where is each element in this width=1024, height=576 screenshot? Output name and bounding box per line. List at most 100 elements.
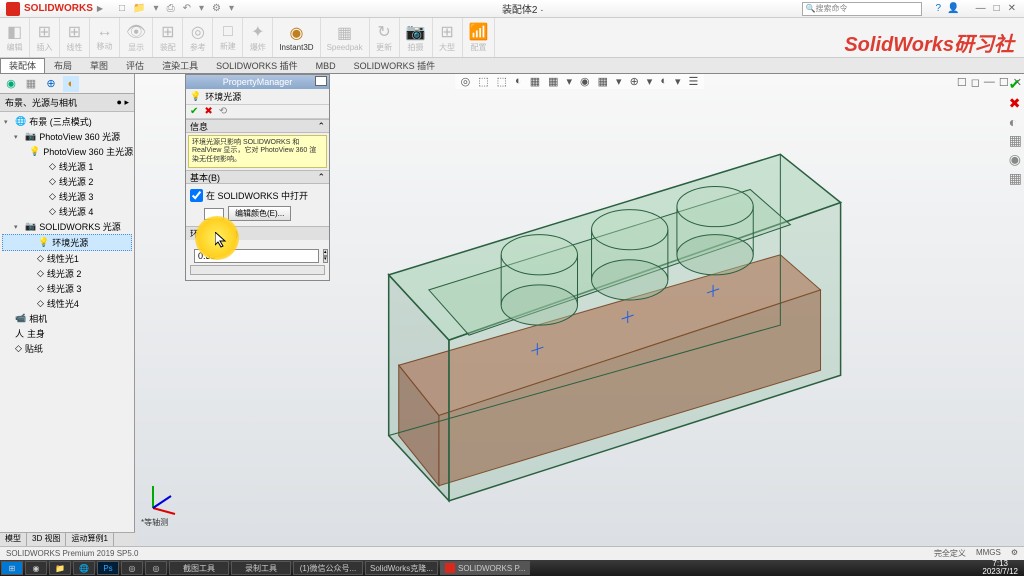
- pm-section-info[interactable]: 信息⌃: [186, 119, 329, 133]
- user-icon[interactable]: 👤: [947, 3, 959, 14]
- taskbar-app[interactable]: (1)微信公众号...: [293, 561, 363, 575]
- tree-node[interactable]: 💡PhotoView 360 主光源: [2, 144, 132, 159]
- status-units[interactable]: MMGS: [976, 548, 1001, 559]
- qat-settings-icon[interactable]: ⚙: [212, 3, 221, 14]
- tree-node[interactable]: ◇线光源 2: [2, 266, 132, 281]
- fp-tab-display-icon[interactable]: ⊕: [43, 76, 59, 92]
- pm-section-basic[interactable]: 基本(B)⌃: [186, 170, 329, 184]
- pm-section-ambient[interactable]: 环境光源(A): [186, 226, 329, 240]
- tree-node[interactable]: ▾📷PhotoView 360 光源: [2, 129, 132, 144]
- taskbar-app[interactable]: 📁: [49, 561, 71, 575]
- qat-save-icon[interactable]: ▾: [154, 3, 159, 14]
- tab-addins[interactable]: SOLIDWORKS 插件: [207, 58, 307, 73]
- taskbar-solidworks[interactable]: SOLIDWORKS P...: [440, 561, 530, 575]
- qat-new-icon[interactable]: □: [119, 3, 125, 14]
- feature-tree[interactable]: ▾🌐布景 (三点模式)▾📷PhotoView 360 光源💡PhotoView …: [0, 112, 134, 546]
- app-menu-dropdown[interactable]: ▶: [97, 4, 103, 13]
- tab-addins2[interactable]: SOLIDWORKS 插件: [345, 58, 445, 73]
- tree-node[interactable]: 💡环境光源: [2, 234, 132, 251]
- tree-node[interactable]: ◇线光源 4: [2, 204, 132, 219]
- tree-node[interactable]: ◇线光源 3: [2, 189, 132, 204]
- tree-node[interactable]: ◇线性光4: [2, 296, 132, 311]
- bottom-tab-3dview[interactable]: 3D 视图: [27, 533, 66, 546]
- checkbox-icon[interactable]: [190, 189, 203, 202]
- ribbon-item[interactable]: ✦爆炸: [243, 18, 273, 57]
- ribbon-item[interactable]: ↔移动: [90, 18, 120, 57]
- ribbon-item[interactable]: ⊞大型: [433, 18, 463, 57]
- 3d-viewport[interactable]: ◎⬚⬚◐▦▦▾◉▦▾⊕▾◐▾☰ ☐ ◻ — ☐ ✕ ✔ ✖ ◐ ▦ ◉ ▦: [135, 74, 1024, 546]
- taskbar-app[interactable]: 录制工具: [231, 561, 291, 575]
- status-icon[interactable]: ⚙: [1011, 548, 1018, 559]
- quick-access-toolbar: □ 📁 ▾ ⎙ ↶ ▾ ⚙ ▾: [109, 3, 244, 14]
- qat-undo-icon[interactable]: ↶: [183, 3, 191, 14]
- help-icon[interactable]: ?: [936, 3, 942, 14]
- ribbon-item[interactable]: ↻更新: [370, 18, 400, 57]
- qat-more-icon[interactable]: ▾: [229, 3, 234, 14]
- windows-taskbar: ⊞ ◉ 📁 🌐 Ps ◎ ◎ 截图工具 录制工具 (1)微信公众号... Sol…: [0, 560, 1024, 576]
- bottom-tab-motion[interactable]: 运动算例1: [66, 533, 113, 546]
- ambient-slider[interactable]: [190, 265, 325, 275]
- fp-tab-feature-icon[interactable]: ◉: [3, 76, 19, 92]
- ribbon-item[interactable]: 📶配置: [463, 18, 496, 57]
- pm-feature-name-row: 💡 环境光源: [186, 89, 329, 105]
- taskbar-app[interactable]: 🌐: [73, 561, 95, 575]
- edit-color-button[interactable]: 编辑颜色(E)...: [228, 206, 291, 221]
- ribbon-instant3d[interactable]: ◉Instant3D: [273, 18, 320, 57]
- pm-ok-button[interactable]: ✔: [190, 106, 198, 117]
- ribbon-item[interactable]: ◎参考: [183, 18, 213, 57]
- pm-cancel-button[interactable]: ✖: [204, 106, 212, 117]
- qat-print-icon[interactable]: ⎙: [167, 3, 175, 14]
- taskbar-app[interactable]: Ps: [97, 561, 119, 575]
- tab-render[interactable]: 渲染工具: [153, 58, 207, 73]
- tab-sketch[interactable]: 草图: [81, 58, 117, 73]
- tree-node[interactable]: ◇线光源 3: [2, 281, 132, 296]
- fp-tab-render-icon[interactable]: ◐: [63, 76, 79, 92]
- ribbon-item[interactable]: ▦Speedpak: [321, 18, 370, 57]
- ribbon-item[interactable]: ◧编辑: [0, 18, 30, 57]
- tree-node[interactable]: ▾📷SOLIDWORKS 光源: [2, 219, 132, 234]
- taskbar-app[interactable]: SolidWorks克隆...: [365, 561, 438, 575]
- tree-node[interactable]: 人主身: [2, 326, 132, 341]
- ambient-value-input[interactable]: [194, 249, 319, 263]
- bottom-tab-model[interactable]: 模型: [0, 533, 27, 546]
- tree-node[interactable]: 📹相机: [2, 311, 132, 326]
- ribbon-item[interactable]: ⊞线性: [60, 18, 90, 57]
- taskbar-app[interactable]: ◎: [121, 561, 143, 575]
- ribbon-item[interactable]: 📷拍摄: [400, 18, 433, 57]
- tree-node[interactable]: ◇线光源 1: [2, 159, 132, 174]
- lightbulb-icon: 💡: [190, 91, 201, 102]
- maximize-icon[interactable]: □: [994, 3, 1000, 14]
- ribbon-item[interactable]: 👁显示: [120, 18, 153, 57]
- fp-tab-config-icon[interactable]: ▦: [23, 76, 39, 92]
- qat-open-icon[interactable]: 📁: [133, 3, 145, 14]
- ribbon-item[interactable]: ⊞装配: [153, 18, 183, 57]
- tree-node[interactable]: ◇线光源 2: [2, 174, 132, 189]
- tree-node[interactable]: ▾🌐布景 (三点模式): [2, 114, 132, 129]
- color-swatch: [204, 208, 224, 220]
- minimize-icon[interactable]: —: [976, 3, 986, 14]
- system-clock[interactable]: 7:13 2023/7/12: [976, 560, 1024, 576]
- taskbar-app[interactable]: ◎: [145, 561, 167, 575]
- search-input[interactable]: 🔍 搜索命令: [802, 2, 922, 16]
- start-button[interactable]: ⊞: [1, 561, 23, 575]
- pm-open-in-sw-checkbox[interactable]: 在 SOLIDWORKS 中打开: [190, 187, 325, 204]
- panel-menu-icon[interactable]: ● ▸: [117, 97, 129, 108]
- qat-redo-icon[interactable]: ▾: [199, 3, 204, 14]
- tab-layout[interactable]: 布局: [45, 58, 81, 73]
- solidworks-icon: [6, 2, 20, 16]
- main-area: ◉ ▦ ⊕ ◐ 布景、光源与相机 ● ▸ ▾🌐布景 (三点模式)▾📷PhotoV…: [0, 74, 1024, 546]
- tab-assembly[interactable]: 装配体: [0, 58, 45, 73]
- taskbar-app[interactable]: 截图工具: [169, 561, 229, 575]
- pm-pushpin-icon[interactable]: ⟲: [219, 106, 227, 117]
- tab-evaluate[interactable]: 评估: [117, 58, 153, 73]
- tree-node[interactable]: ◇贴纸: [2, 341, 132, 356]
- ribbon-item[interactable]: ⊞插入: [30, 18, 60, 57]
- close-icon[interactable]: ✕: [1008, 3, 1016, 14]
- ribbon-item[interactable]: □新建: [213, 18, 243, 57]
- view-triad[interactable]: [145, 476, 185, 516]
- tab-mbd[interactable]: MBD: [307, 58, 345, 73]
- pm-pin-icon[interactable]: ⟂: [315, 76, 327, 86]
- taskbar-app[interactable]: ◉: [25, 561, 47, 575]
- tree-node[interactable]: ◇线性光1: [2, 251, 132, 266]
- value-spinner[interactable]: ▴▾: [323, 249, 328, 263]
